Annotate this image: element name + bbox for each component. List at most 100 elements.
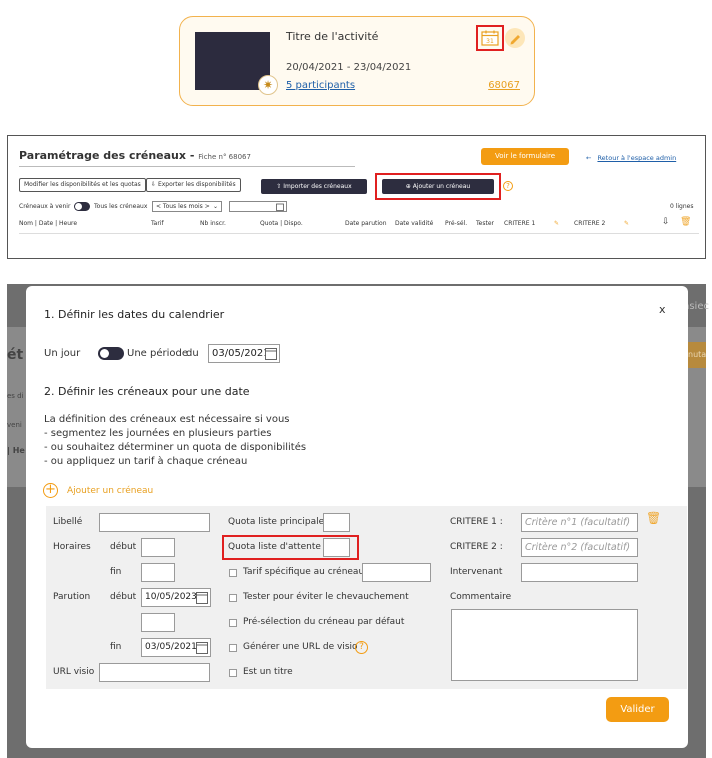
activity-card[interactable]: ✷ Titre de l'activité 20/04/2021 - 23/04… — [179, 16, 535, 106]
quota-attente-label: Quota liste d'attente — [228, 542, 321, 552]
download-icon[interactable]: ⇩ — [662, 217, 670, 227]
slot-settings-panel: Paramétrage des créneaux - Fiche n° 6806… — [7, 135, 706, 259]
title-underline — [19, 166, 355, 167]
spinner-icon: ✷ — [258, 75, 278, 95]
calendar-icon — [196, 592, 208, 604]
back-link[interactable]: ← Retour à l'espace admin — [586, 154, 676, 162]
url-visio-input[interactable] — [99, 663, 210, 682]
create-slot-modal: x 1. Définir les dates du calendrier Un … — [26, 286, 688, 748]
col-tarif: Tarif — [151, 220, 164, 227]
calendar-icon — [196, 642, 208, 654]
calendar-icon — [276, 203, 284, 211]
slot-form: Libellé Horaires début fin Parution débu… — [46, 506, 687, 689]
parution-end-label: fin — [110, 642, 122, 652]
plus-circle-icon: ⊕ — [405, 183, 413, 190]
end-time-label: fin — [110, 567, 122, 577]
critere2-input[interactable]: Critère n°2 (facultatif) — [521, 538, 638, 557]
one-day-label: Un jour — [44, 348, 81, 359]
activity-number-link[interactable]: 68067 — [488, 80, 520, 91]
help-icon[interactable]: ? — [503, 181, 513, 191]
trash-icon[interactable]: 🗑 — [646, 511, 661, 525]
tester-label: Tester pour éviter le chevauchement — [243, 592, 409, 602]
generate-url-checkbox[interactable] — [229, 644, 237, 652]
period-label: Une période — [127, 348, 188, 359]
critere1-input[interactable]: Critère n°1 (facultatif) — [521, 513, 638, 532]
tarif-input[interactable] — [362, 563, 431, 582]
slots-toggle[interactable] — [74, 202, 90, 211]
backdrop-fragment: | He — [7, 446, 25, 455]
section-slots-title: 2. Définir les créneaux pour une date — [44, 385, 250, 398]
quota-principal-input[interactable] — [323, 513, 350, 532]
validate-button[interactable]: Valider — [606, 697, 669, 722]
critere1-label: CRITERE 1 : — [450, 517, 503, 527]
col-tester: Tester — [476, 220, 494, 227]
commentaire-label: Commentaire — [450, 592, 512, 602]
quota-attente-input[interactable] — [323, 538, 350, 557]
description-line: - ou souhaitez déterminer un quota de di… — [44, 442, 307, 453]
preselection-checkbox[interactable] — [229, 619, 237, 627]
activity-title: Titre de l'activité — [286, 30, 379, 43]
export-icon: ⇩ — [151, 181, 158, 188]
line-count: 0 lignes — [670, 203, 694, 210]
upcoming-slots-label: Créneaux à venir — [19, 203, 71, 210]
parution-time-input[interactable] — [141, 613, 175, 632]
import-button[interactable]: ⇧ Importer des créneaux — [261, 179, 367, 194]
horaires-label: Horaires — [53, 542, 91, 552]
month-select[interactable]: < Tous les mois > ⌄ — [152, 201, 222, 212]
intervenant-input[interactable] — [521, 563, 638, 582]
backdrop-fragment: nuta — [688, 342, 706, 368]
date-filter-input[interactable] — [229, 201, 287, 212]
tarif-label: Tarif spécifique au créneau — [243, 567, 365, 577]
col-critere2: CRITERE 2 — [574, 220, 606, 227]
pencil-icon[interactable]: ✎ — [624, 220, 629, 227]
critere2-label: CRITERE 2 : — [450, 542, 503, 552]
libelle-label: Libellé — [53, 517, 83, 527]
col-quota: Quota | Dispo. — [260, 220, 303, 227]
end-time-input[interactable] — [141, 563, 175, 582]
close-button[interactable]: x — [659, 303, 666, 316]
modify-availability-button[interactable]: Modifier les disponibilités et les quota… — [19, 178, 146, 192]
all-slots-label: Tous les créneaux — [94, 203, 148, 210]
participants-link[interactable]: 5 participants — [286, 80, 355, 91]
calendar-icon — [265, 348, 277, 360]
col-preselection: Pré-sél. — [445, 220, 468, 227]
view-form-button[interactable]: Voir le formulaire — [481, 148, 569, 165]
preselection-label: Pré-sélection du créneau par défaut — [243, 617, 405, 627]
backdrop-fragment: es di — [7, 392, 24, 400]
from-label: du — [186, 348, 199, 359]
trash-icon[interactable]: 🗑 — [680, 217, 691, 227]
add-slot-button[interactable]: ⊕ Ajouter un créneau — [382, 179, 494, 194]
start-time-input[interactable] — [141, 538, 175, 557]
col-critere1: CRITERE 1 — [504, 220, 536, 227]
title-checkbox[interactable] — [229, 669, 237, 677]
pencil-icon[interactable]: ✎ — [554, 220, 559, 227]
section-dates-title: 1. Définir les dates du calendrier — [44, 308, 225, 321]
settings-title: Paramétrage des créneaux - Fiche n° 6806… — [19, 149, 251, 162]
libelle-input[interactable] — [99, 513, 210, 532]
description-line: - segmentez les journées en plusieurs pa… — [44, 428, 272, 439]
parution-label: Parution — [53, 592, 91, 602]
edit-button[interactable] — [505, 28, 525, 48]
col-date-parution: Date parution — [345, 220, 387, 227]
description-line: - ou appliquez un tarif à chaque créneau — [44, 456, 248, 467]
url-visio-label: URL visio — [53, 667, 95, 677]
export-button[interactable]: ⇩ Exporter les disponibilités — [146, 178, 241, 192]
plus-circle-icon[interactable]: + — [43, 483, 58, 498]
col-date-validite: Date validité — [395, 220, 434, 227]
parution-start-label: début — [110, 592, 137, 602]
tester-checkbox[interactable] — [229, 594, 237, 602]
start-date-input[interactable]: 03/05/2021 — [208, 344, 280, 363]
help-icon[interactable]: ? — [355, 641, 368, 654]
svg-text:31: 31 — [486, 38, 494, 45]
backdrop-fragment: ét — [7, 347, 24, 363]
calendar-button-highlight[interactable]: 31 — [476, 25, 504, 51]
header-divider — [19, 233, 699, 234]
period-toggle[interactable] — [98, 347, 124, 360]
parution-start-input[interactable]: 10/05/2023 — [141, 588, 211, 607]
settings-subtitle: Fiche n° 68067 — [198, 153, 251, 161]
add-slot-link[interactable]: Ajouter un créneau — [67, 486, 153, 496]
backdrop-fragment: veni — [7, 421, 22, 429]
parution-end-input[interactable]: 03/05/2021 — [141, 638, 211, 657]
commentaire-textarea[interactable] — [451, 609, 638, 681]
tarif-checkbox[interactable] — [229, 569, 237, 577]
